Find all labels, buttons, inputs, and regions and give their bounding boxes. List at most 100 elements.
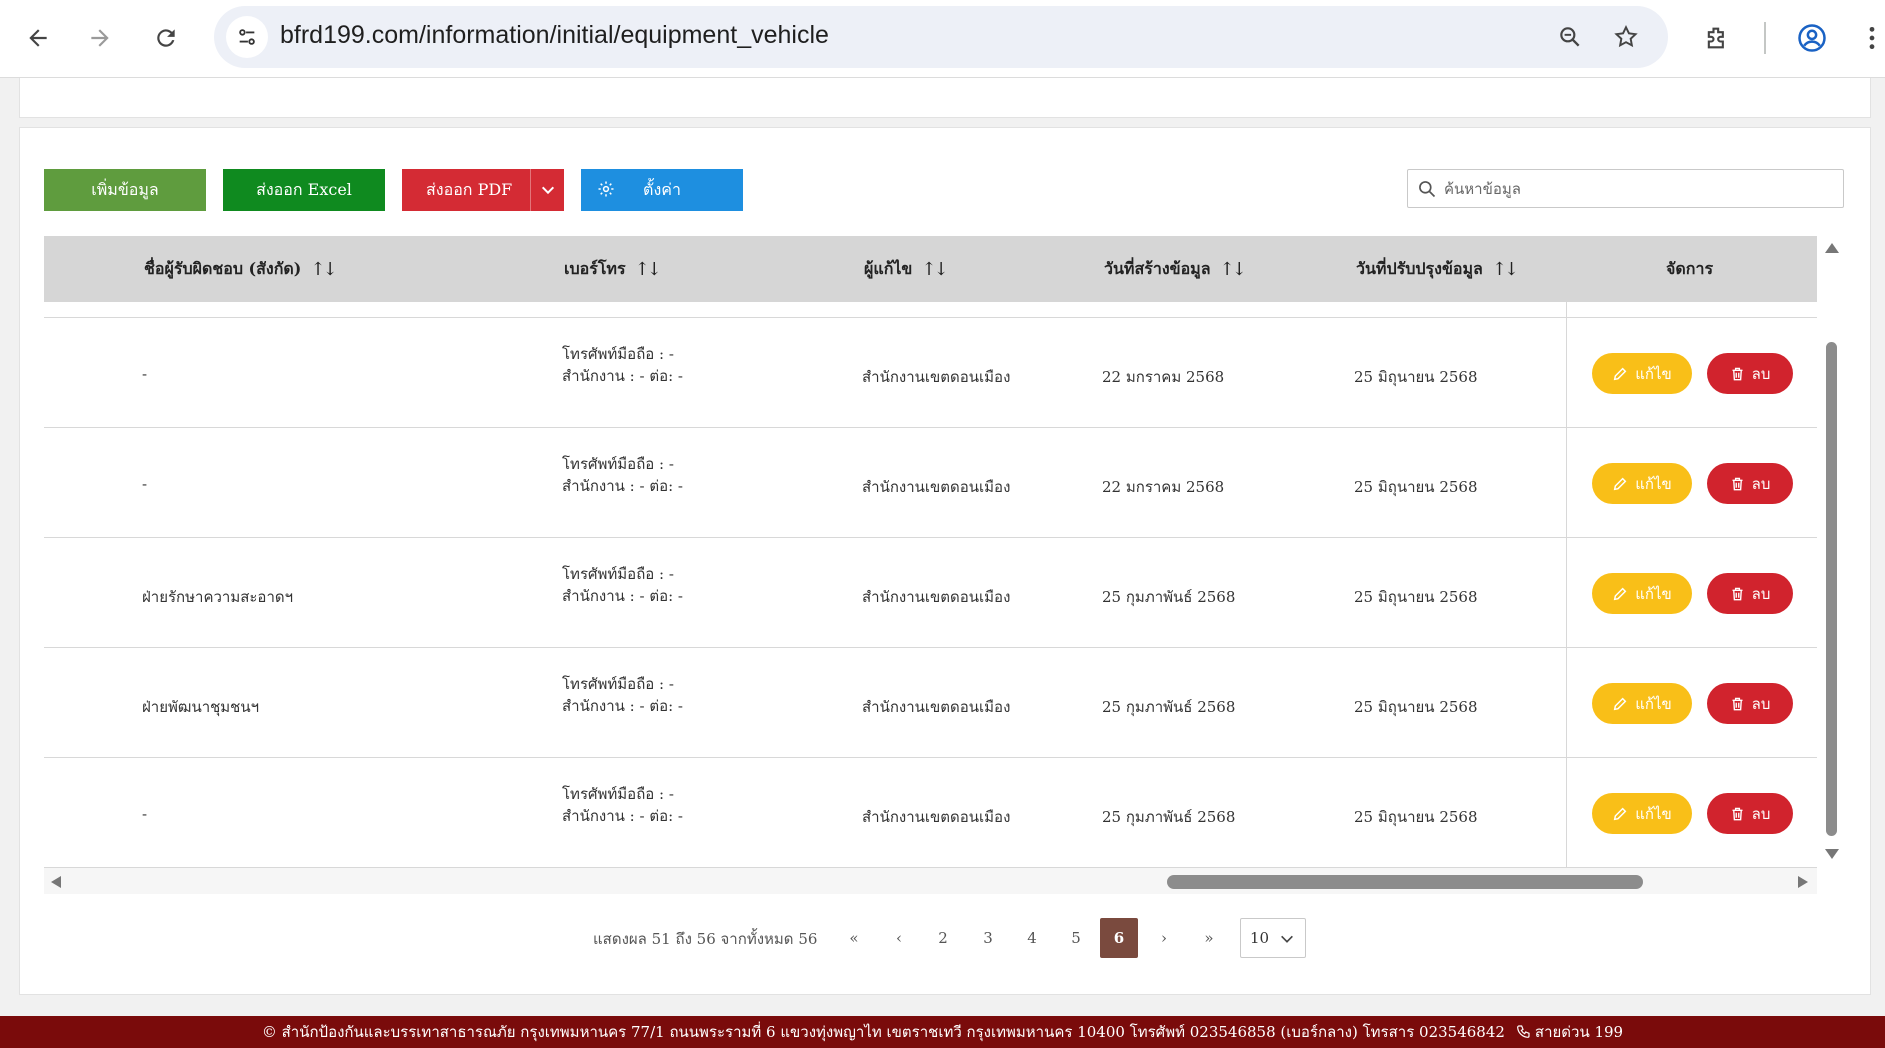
- pdf-dropdown-chevron-icon[interactable]: [530, 169, 564, 211]
- scroll-up-arrow-icon[interactable]: [1824, 242, 1840, 254]
- toolbar-divider: [1764, 22, 1766, 54]
- profile-avatar-icon[interactable]: [1790, 16, 1834, 60]
- sort-icon[interactable]: ↑↓: [310, 259, 337, 280]
- column-header-updated[interactable]: วันที่ปรับปรุงข้อมูล ↑↓: [1356, 236, 1519, 302]
- cell-updated: 25 มิถุนายน 2568: [1354, 808, 1478, 826]
- column-header-created[interactable]: วันที่สร้างข้อมูล ↑↓: [1104, 236, 1247, 302]
- delete-label: ลบ: [1751, 474, 1771, 493]
- trash-icon: [1732, 477, 1743, 490]
- cell-phone: โทรศัพท์มือถือ : - สำนักงาน : - ต่อ: -: [562, 453, 683, 497]
- add-data-button[interactable]: เพิ่มข้อมูล: [44, 169, 206, 211]
- cell-phone: โทรศัพท์มือถือ : - สำนักงาน : - ต่อ: -: [562, 343, 683, 387]
- page-size-select[interactable]: 10: [1240, 918, 1306, 958]
- footer-address: © สำนักป้องกันและบรรเทาสาธารณภัย กรุงเทพ…: [261, 1023, 1505, 1041]
- delete-button[interactable]: ลบ: [1707, 353, 1793, 394]
- column-header-manage: จัดการ: [1666, 236, 1713, 302]
- cell-updated: 25 มิถุนายน 2568: [1354, 368, 1478, 386]
- sort-icon[interactable]: ↑↓: [1492, 259, 1519, 280]
- trash-icon: [1732, 367, 1743, 380]
- first-page-button[interactable]: «: [835, 918, 873, 958]
- edit-button[interactable]: แก้ไข: [1592, 683, 1692, 724]
- table-row: - โทรศัพท์มือถือ : - สำนักงาน : - ต่อ: - …: [44, 318, 1817, 428]
- cell-editor: สำนักงานเขตดอนเมือง: [862, 588, 1011, 606]
- url-text[interactable]: bfrd199.com/information/initial/equipmen…: [280, 21, 829, 50]
- search-input[interactable]: [1444, 176, 1834, 202]
- edit-label: แก้ไข: [1635, 804, 1672, 823]
- pagination-info: แสดงผล 51 ถึง 56 จากทั้งหมด 56: [593, 930, 818, 948]
- current-page-button[interactable]: 6: [1100, 918, 1138, 958]
- address-bar[interactable]: bfrd199.com/information/initial/equipmen…: [214, 6, 1668, 68]
- cell-created: 22 มกราคม 2568: [1102, 478, 1225, 496]
- delete-label: ลบ: [1751, 584, 1771, 603]
- chevron-down-icon: [1281, 935, 1293, 943]
- next-page-button[interactable]: ›: [1145, 918, 1183, 958]
- search-box[interactable]: [1407, 169, 1844, 208]
- edit-label: แก้ไข: [1635, 474, 1672, 493]
- trash-icon: [1732, 587, 1743, 600]
- table-header: ชื่อผู้รับผิดชอบ (สังกัด) ↑↓ เบอร์โทร ↑↓ ผ…: [44, 236, 1817, 302]
- scroll-right-arrow-icon[interactable]: [1797, 875, 1809, 889]
- column-phone-label: เบอร์โทร: [564, 258, 626, 278]
- cell-phone: โทรศัพท์มือถือ : - สำนักงาน : - ต่อ: -: [562, 673, 683, 717]
- cell-owner: ฝ่ายรักษาความสะอาดฯ: [142, 588, 294, 606]
- bookmark-star-icon[interactable]: [1609, 20, 1643, 54]
- scroll-down-arrow-icon[interactable]: [1824, 848, 1840, 860]
- scroll-left-arrow-icon[interactable]: [50, 875, 62, 889]
- reload-icon[interactable]: [144, 16, 188, 60]
- delete-button[interactable]: ลบ: [1707, 793, 1793, 834]
- export-pdf-button[interactable]: ส่งออก PDF: [402, 169, 564, 211]
- page-button[interactable]: 3: [969, 918, 1007, 958]
- sort-icon[interactable]: ↑↓: [635, 259, 662, 280]
- edit-button[interactable]: แก้ไข: [1592, 463, 1692, 504]
- column-owner-label: ชื่อผู้รับผิดชอบ (สังกัด): [144, 258, 302, 278]
- cell-updated: 25 มิถุนายน 2568: [1354, 588, 1478, 606]
- edit-label: แก้ไข: [1635, 584, 1672, 603]
- settings-button[interactable]: ตั้งค่า: [581, 169, 743, 211]
- delete-label: ลบ: [1751, 694, 1771, 713]
- column-header-editor[interactable]: ผู้แก้ไข ↑↓: [864, 236, 949, 302]
- trash-icon: [1732, 807, 1743, 820]
- export-excel-button[interactable]: ส่งออก Excel: [223, 169, 385, 211]
- zoom-icon[interactable]: [1553, 20, 1587, 54]
- horizontal-scroll-thumb[interactable]: [1167, 875, 1643, 889]
- sort-icon[interactable]: ↑↓: [1220, 259, 1247, 280]
- page-button[interactable]: 2: [924, 918, 962, 958]
- mobile-text: โทรศัพท์มือถือ : -: [562, 675, 674, 693]
- export-pdf-label: ส่งออก PDF: [426, 179, 513, 199]
- forward-icon[interactable]: [78, 16, 122, 60]
- delete-button[interactable]: ลบ: [1707, 573, 1793, 614]
- prev-page-button[interactable]: ‹: [880, 918, 918, 958]
- back-icon[interactable]: [16, 16, 60, 60]
- cell-owner: -: [142, 805, 148, 823]
- cell-created: 22 มกราคม 2568: [1102, 368, 1225, 386]
- settings-label: ตั้งค่า: [643, 179, 681, 199]
- mobile-text: โทรศัพท์มือถือ : -: [562, 565, 674, 583]
- vertical-scroll-thumb[interactable]: [1826, 342, 1837, 836]
- office-text: สำนักงาน : - ต่อ: -: [562, 587, 683, 605]
- extensions-icon[interactable]: [1695, 16, 1739, 60]
- sort-icon[interactable]: ↑↓: [921, 259, 948, 280]
- office-text: สำนักงาน : - ต่อ: -: [562, 477, 683, 495]
- column-updated-label: วันที่ปรับปรุงข้อมูล: [1356, 258, 1483, 278]
- cell-phone: โทรศัพท์มือถือ : - สำนักงาน : - ต่อ: -: [562, 563, 683, 607]
- pencil-icon: [1613, 807, 1627, 820]
- office-text: สำนักงาน : - ต่อ: -: [562, 807, 683, 825]
- delete-button[interactable]: ลบ: [1707, 463, 1793, 504]
- edit-button[interactable]: แก้ไข: [1592, 353, 1692, 394]
- edit-button[interactable]: แก้ไข: [1592, 573, 1692, 614]
- edit-button[interactable]: แก้ไข: [1592, 793, 1692, 834]
- column-header-owner[interactable]: ชื่อผู้รับผิดชอบ (สังกัด) ↑↓: [144, 236, 338, 302]
- page-button[interactable]: 4: [1013, 918, 1051, 958]
- mobile-text: โทรศัพท์มือถือ : -: [562, 345, 674, 363]
- last-page-button[interactable]: »: [1190, 918, 1228, 958]
- cell-updated: 25 มิถุนายน 2568: [1354, 478, 1478, 496]
- site-info-icon[interactable]: [226, 16, 268, 58]
- cell-created: 25 กุมภาพันธ์ 2568: [1102, 808, 1236, 826]
- delete-button[interactable]: ลบ: [1707, 683, 1793, 724]
- column-header-phone[interactable]: เบอร์โทร ↑↓: [564, 236, 662, 302]
- page-button[interactable]: 5: [1057, 918, 1095, 958]
- edit-label: แก้ไข: [1635, 694, 1672, 713]
- column-editor-label: ผู้แก้ไข: [864, 258, 913, 278]
- cell-editor: สำนักงานเขตดอนเมือง: [862, 808, 1011, 826]
- browser-menu-icon[interactable]: [1860, 16, 1884, 60]
